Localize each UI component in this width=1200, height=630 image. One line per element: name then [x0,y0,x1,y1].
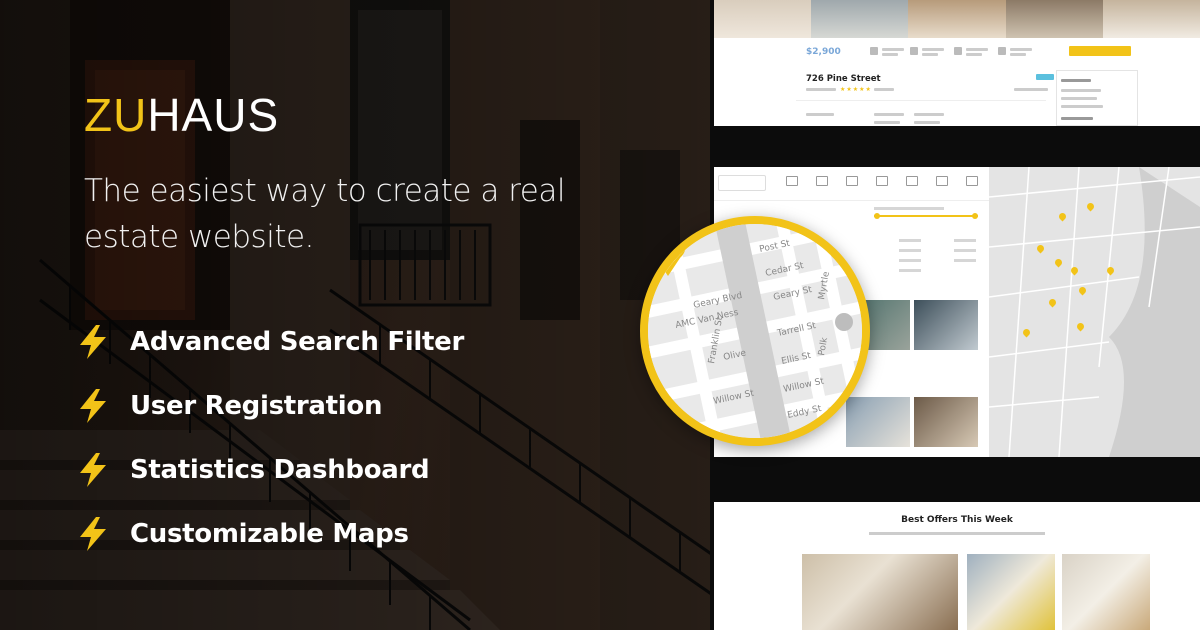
contact-info-box [1056,70,1138,126]
tagline: The easiest way to create a real estate … [84,173,565,255]
listing-photo-strip [714,0,1200,38]
price-range-slider[interactable] [874,213,978,219]
section-subtitle [869,532,1045,535]
listing-photo [1102,0,1200,38]
feature-label: Advanced Search Filter [130,327,465,357]
listing-stat [998,47,1036,57]
lightning-bolt-icon [80,389,106,423]
listing-map[interactable] [989,167,1200,457]
property-card[interactable] [914,300,978,362]
section-heading: Best Offers This Week [901,515,1013,525]
villa-type-icon[interactable] [846,176,858,186]
lightning-bolt-icon [80,453,106,487]
listing-stat [910,47,948,57]
offer-photo[interactable] [1062,554,1150,630]
feature-item: Advanced Search Filter [78,310,464,374]
apartment-type-icon[interactable] [816,176,828,186]
request-showing-button[interactable] [1069,46,1131,56]
brand-logo-prefix: ZU [84,89,148,141]
listing-stat [954,47,992,57]
listing-stat [870,47,908,57]
brand-logo: ZUHAUS [84,88,279,142]
listing-rating: ★★★★★ [840,86,872,93]
feature-label: Statistics Dashboard [130,455,430,485]
property-card[interactable] [914,397,978,457]
offer-photo[interactable] [802,554,958,630]
home-location-pin-icon [650,226,686,276]
filter-toolbar [714,167,989,201]
feature-item: Statistics Dashboard [78,438,464,502]
listing-photo [714,0,812,38]
listing-price: $2,900 [806,47,841,57]
brand-logo-suffix: HAUS [147,89,280,141]
lightning-bolt-icon [80,325,106,359]
offer-photo[interactable] [967,554,1055,630]
listing-photo [811,0,909,38]
feature-item: Customizable Maps [78,502,464,566]
lightning-bolt-icon [80,517,106,551]
listing-photo [1005,0,1103,38]
feature-list: Advanced Search Filter User Registration… [78,310,464,566]
feature-label: Customizable Maps [130,519,409,549]
listing-preview: $2,900 726 Pine Street ★★★★★ [714,0,1200,126]
type-select[interactable] [718,175,766,191]
compass-icon [835,313,853,331]
land-type-icon[interactable] [936,176,948,186]
status-badge [1036,74,1054,80]
map-roads [989,167,1200,457]
divider [796,100,1046,101]
feature-label: User Registration [130,391,383,421]
feature-item: User Registration [78,374,464,438]
map-magnifier: Post St Cedar St Geary Blvd Geary St AMC… [640,216,870,446]
best-offers-preview: Best Offers This Week [714,502,1200,630]
listing-photo [908,0,1006,38]
listing-address: 726 Pine Street [806,74,881,84]
more-type-icon[interactable] [966,176,978,186]
house-type-icon[interactable] [786,176,798,186]
condo-type-icon[interactable] [906,176,918,186]
office-type-icon[interactable] [876,176,888,186]
